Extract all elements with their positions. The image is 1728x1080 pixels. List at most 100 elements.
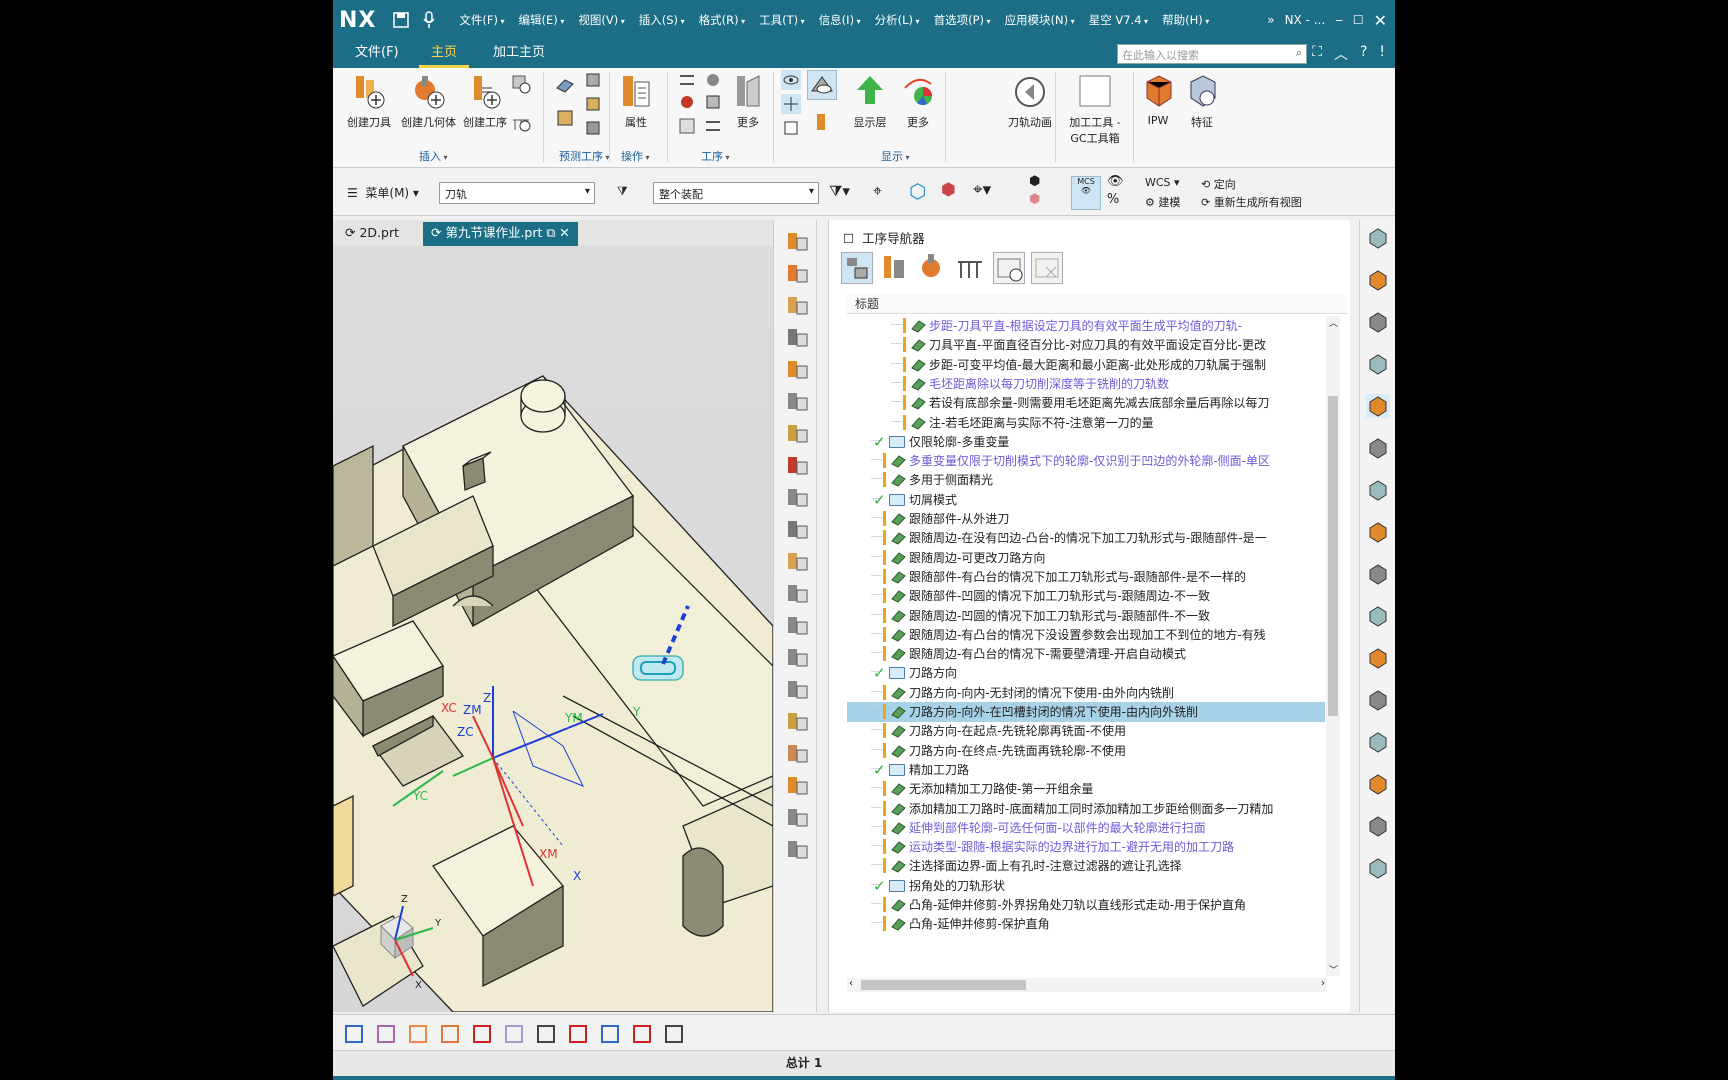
constraint-navigator-icon[interactable] bbox=[1366, 352, 1390, 376]
tree-folder-row[interactable]: ┈┈ ✓ 切屑模式 bbox=[847, 490, 1325, 510]
tree-operation-row[interactable]: ┈┈ 无添加精加工刀路使-第一开组余量 bbox=[847, 779, 1325, 799]
web-browser-icon[interactable] bbox=[1366, 562, 1390, 586]
point-snap-icon[interactable]: ⌖▾ bbox=[973, 180, 991, 200]
tree-operation-row[interactable]: ┈┈ 刀路方向-向内-无封闭的情况下使用-由外向内铣削 bbox=[847, 683, 1325, 703]
shade-icon[interactable] bbox=[407, 1023, 429, 1045]
tree-operation-row[interactable]: ┈┈ 跟随部件-凹圆的情况下加工刀轨形式与-跟随周边-不一致 bbox=[847, 586, 1325, 606]
reuse-library-icon[interactable] bbox=[1366, 478, 1390, 502]
program-order-view-icon[interactable] bbox=[841, 252, 873, 284]
tree-operation-row[interactable]: ┈┈ 跟随部件-有凸台的情况下加工刀轨形式与-跟随部件-是不一样的 bbox=[847, 567, 1325, 587]
red-cube-icon[interactable] bbox=[471, 1023, 493, 1045]
menu-item-7[interactable]: 分析(L) bbox=[870, 12, 925, 28]
scope-select[interactable]: 整个装配 bbox=[653, 182, 819, 204]
split2-icon[interactable] bbox=[631, 1023, 653, 1045]
system-materials-icon[interactable] bbox=[1366, 646, 1390, 670]
tree-operation-row[interactable]: ┈┈ 刀路方向-在终点-先铣面再铣轮廓-不使用 bbox=[847, 741, 1325, 761]
predict-icon-1[interactable] bbox=[555, 74, 575, 94]
tree-operation-row[interactable]: ┈┈ 跟随周边-有凸台的情况下-需要壁清理-开启自动模式 bbox=[847, 644, 1325, 664]
create-method-icon[interactable] bbox=[511, 74, 531, 94]
proc-icon-5[interactable] bbox=[703, 92, 723, 112]
menu-item-6[interactable]: 信息(I) bbox=[814, 12, 866, 28]
hd3d-tools-icon[interactable] bbox=[1366, 520, 1390, 544]
eye-icon[interactable]: 👁 bbox=[1107, 174, 1124, 189]
tree-operation-row[interactable]: ┈┈ 跟随周边-凹圆的情况下加工刀轨形式与-跟随部件-不一致 bbox=[847, 606, 1325, 626]
doc-tab-2d[interactable]: ⟳ 2D.prt bbox=[337, 222, 407, 246]
machine-tool-view-icon[interactable] bbox=[879, 252, 911, 284]
percent-icon[interactable]: % bbox=[1107, 192, 1119, 207]
proc-icon-4[interactable] bbox=[703, 70, 723, 90]
close-button[interactable]: ✕ bbox=[1374, 11, 1387, 30]
more-button-1[interactable]: 更多 bbox=[731, 74, 765, 130]
tree-operation-row[interactable]: ┈┈ 刀路方向-向外-在凹槽封闭的情况下使用-由内向外铣削 bbox=[847, 702, 1325, 722]
tab-home[interactable]: 主页 bbox=[419, 40, 470, 68]
output-icon[interactable] bbox=[785, 614, 809, 638]
create-tool-button[interactable]: 创建刀具 bbox=[347, 74, 391, 130]
menu-item-4[interactable]: 格式(R) bbox=[694, 12, 751, 28]
tree-operation-row[interactable]: ┈┈ 多重变量仅限于切削模式下的轮廓-仅识别于凹边的外轮廓-侧面-单区 bbox=[847, 451, 1325, 471]
mcs-toggle[interactable]: MCS 👁 bbox=[1071, 176, 1101, 210]
expand-icon[interactable] bbox=[1366, 856, 1390, 880]
fullscreen-icon[interactable]: ⛶ bbox=[1312, 44, 1322, 64]
tree-operation-row[interactable]: ┈┈ 跟随周边-在没有凹边-凸台-的情况下加工刀轨形式与-跟随部件-是一 bbox=[847, 528, 1325, 548]
ipw-button[interactable]: IPW bbox=[1141, 74, 1175, 127]
tree-folder-row[interactable]: ┈┈ ✓ 刀路方向 bbox=[847, 663, 1325, 683]
proc-icon-1[interactable] bbox=[677, 70, 697, 90]
split-icon[interactable] bbox=[567, 1023, 589, 1045]
view-icon-2[interactable]: ⬢ bbox=[1029, 192, 1040, 207]
tree-operation-row[interactable]: ┈┈ 注-若毛坯距离与实际不符-注意第一刀的量 bbox=[847, 413, 1325, 433]
menu-item-10[interactable]: 星空 V7.4 bbox=[1084, 12, 1153, 28]
column-header-title[interactable]: 标题 bbox=[847, 294, 1347, 314]
delete-operation-icon[interactable] bbox=[1031, 252, 1063, 284]
wire-icon[interactable] bbox=[503, 1023, 525, 1045]
menu-item-5[interactable]: 工具(T) bbox=[754, 12, 810, 28]
edit-object-icon[interactable] bbox=[785, 710, 809, 734]
postprocess-icon[interactable] bbox=[785, 518, 809, 542]
type-filter-select[interactable]: 刀轨 bbox=[439, 182, 595, 204]
machining-method-view-icon[interactable] bbox=[955, 252, 987, 284]
attributes-button[interactable]: 属性 bbox=[619, 74, 653, 130]
tree-operation-row[interactable]: ┈┈ 凸角-延伸并修剪-外界拐角处刀轨以直线形式走动-用于保护直角 bbox=[847, 895, 1325, 915]
tree-operation-row[interactable]: ┈┈ 注选择面边界-面上有孔时-注意过滤器的遮让孔选择 bbox=[847, 856, 1325, 876]
fit-icon[interactable] bbox=[785, 838, 809, 862]
group-predict-label[interactable]: 预测工序 bbox=[559, 148, 610, 164]
create-program-icon[interactable] bbox=[785, 326, 809, 350]
snap-icon[interactable]: ⌖ bbox=[873, 181, 882, 201]
transform-icon[interactable] bbox=[785, 422, 809, 446]
part-navigator-icon[interactable] bbox=[1366, 268, 1390, 292]
create-tool-icon[interactable] bbox=[785, 230, 809, 254]
tree-operation-row[interactable]: ┈┈ 添加精加工刀路时-底面精加工同时添加精加工步距给侧面多一刀精加 bbox=[847, 799, 1325, 819]
history-icon[interactable] bbox=[1366, 604, 1390, 628]
minimize-button[interactable]: ‒ bbox=[1335, 13, 1343, 27]
menu-button[interactable]: ☰ 菜单(M) ▾ bbox=[347, 184, 419, 201]
menu-item-9[interactable]: 应用模块(N) bbox=[1000, 12, 1080, 28]
edit-color-icon[interactable] bbox=[785, 742, 809, 766]
display-icon-3[interactable] bbox=[781, 118, 801, 138]
gc-toolbox-button[interactable]: 加工工具 - GC工具箱 bbox=[1063, 74, 1127, 146]
tree-operation-row[interactable]: ┈┈ 延伸到部件轮廓-可选任何面-以部件的最大轮廓进行扫面 bbox=[847, 818, 1325, 838]
hide-icon[interactable] bbox=[785, 646, 809, 670]
more-icon[interactable] bbox=[1366, 814, 1390, 838]
save-icon[interactable] bbox=[390, 9, 412, 31]
tool-icon[interactable] bbox=[343, 1023, 365, 1045]
cube-snap-icon[interactable]: ⬢ bbox=[941, 180, 956, 200]
hexagon-icon[interactable] bbox=[599, 1023, 621, 1045]
menu-item-2[interactable]: 视图(V) bbox=[573, 12, 629, 28]
simulate-icon[interactable] bbox=[785, 486, 809, 510]
create-program-icon[interactable] bbox=[511, 112, 531, 132]
wcs-menu[interactable]: WCS ▾ bbox=[1145, 176, 1180, 189]
tree-operation-row[interactable]: ┈┈ 跟随部件-从外进刀 bbox=[847, 509, 1325, 529]
tree-folder-row[interactable]: ┈┈ ✓ 仅限轮廓-多重变量 bbox=[847, 432, 1325, 452]
funnel-icon[interactable]: ⧩▾ bbox=[829, 182, 850, 200]
predict-icon-4[interactable] bbox=[583, 94, 603, 114]
proc-icon-6[interactable] bbox=[703, 116, 723, 136]
doc-tab-active[interactable]: ⟳ 第九节课作业.prt ⧉ ✕ bbox=[423, 222, 578, 246]
layer-icon[interactable] bbox=[375, 1023, 397, 1045]
circle-icon[interactable] bbox=[663, 1023, 685, 1045]
tree-folder-row[interactable]: ┈┈ ✓ 拐角处的刀轨形状 bbox=[847, 876, 1325, 896]
group-operation-label[interactable]: 操作 bbox=[621, 148, 650, 164]
show-icon[interactable] bbox=[785, 678, 809, 702]
display-icon-4[interactable] bbox=[807, 70, 837, 100]
group-procedure-label[interactable]: 工序 bbox=[701, 148, 730, 164]
collapse-ribbon-icon[interactable]: ︿ bbox=[1334, 44, 1348, 64]
tree-operation-row[interactable]: ┈┈ 刀路方向-在起点-先铣轮廓再铣面-不使用 bbox=[847, 721, 1325, 741]
